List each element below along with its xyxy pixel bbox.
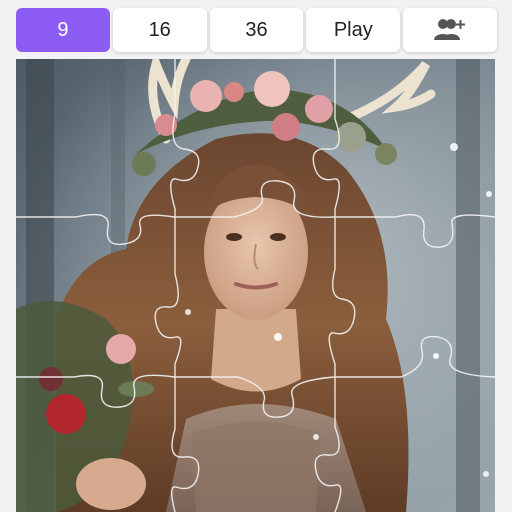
add-user-icon [433, 17, 467, 43]
puzzle-image [16, 59, 495, 512]
pieces-16-button[interactable]: 16 [112, 8, 207, 52]
play-button[interactable]: Play [306, 8, 401, 52]
toolbar: 9 16 36 Play [16, 8, 497, 52]
pieces-9-button[interactable]: 9 [16, 8, 110, 52]
invite-players-button[interactable] [403, 8, 497, 52]
pieces-36-button[interactable]: 36 [209, 8, 304, 52]
puzzle-board[interactable] [16, 59, 495, 512]
